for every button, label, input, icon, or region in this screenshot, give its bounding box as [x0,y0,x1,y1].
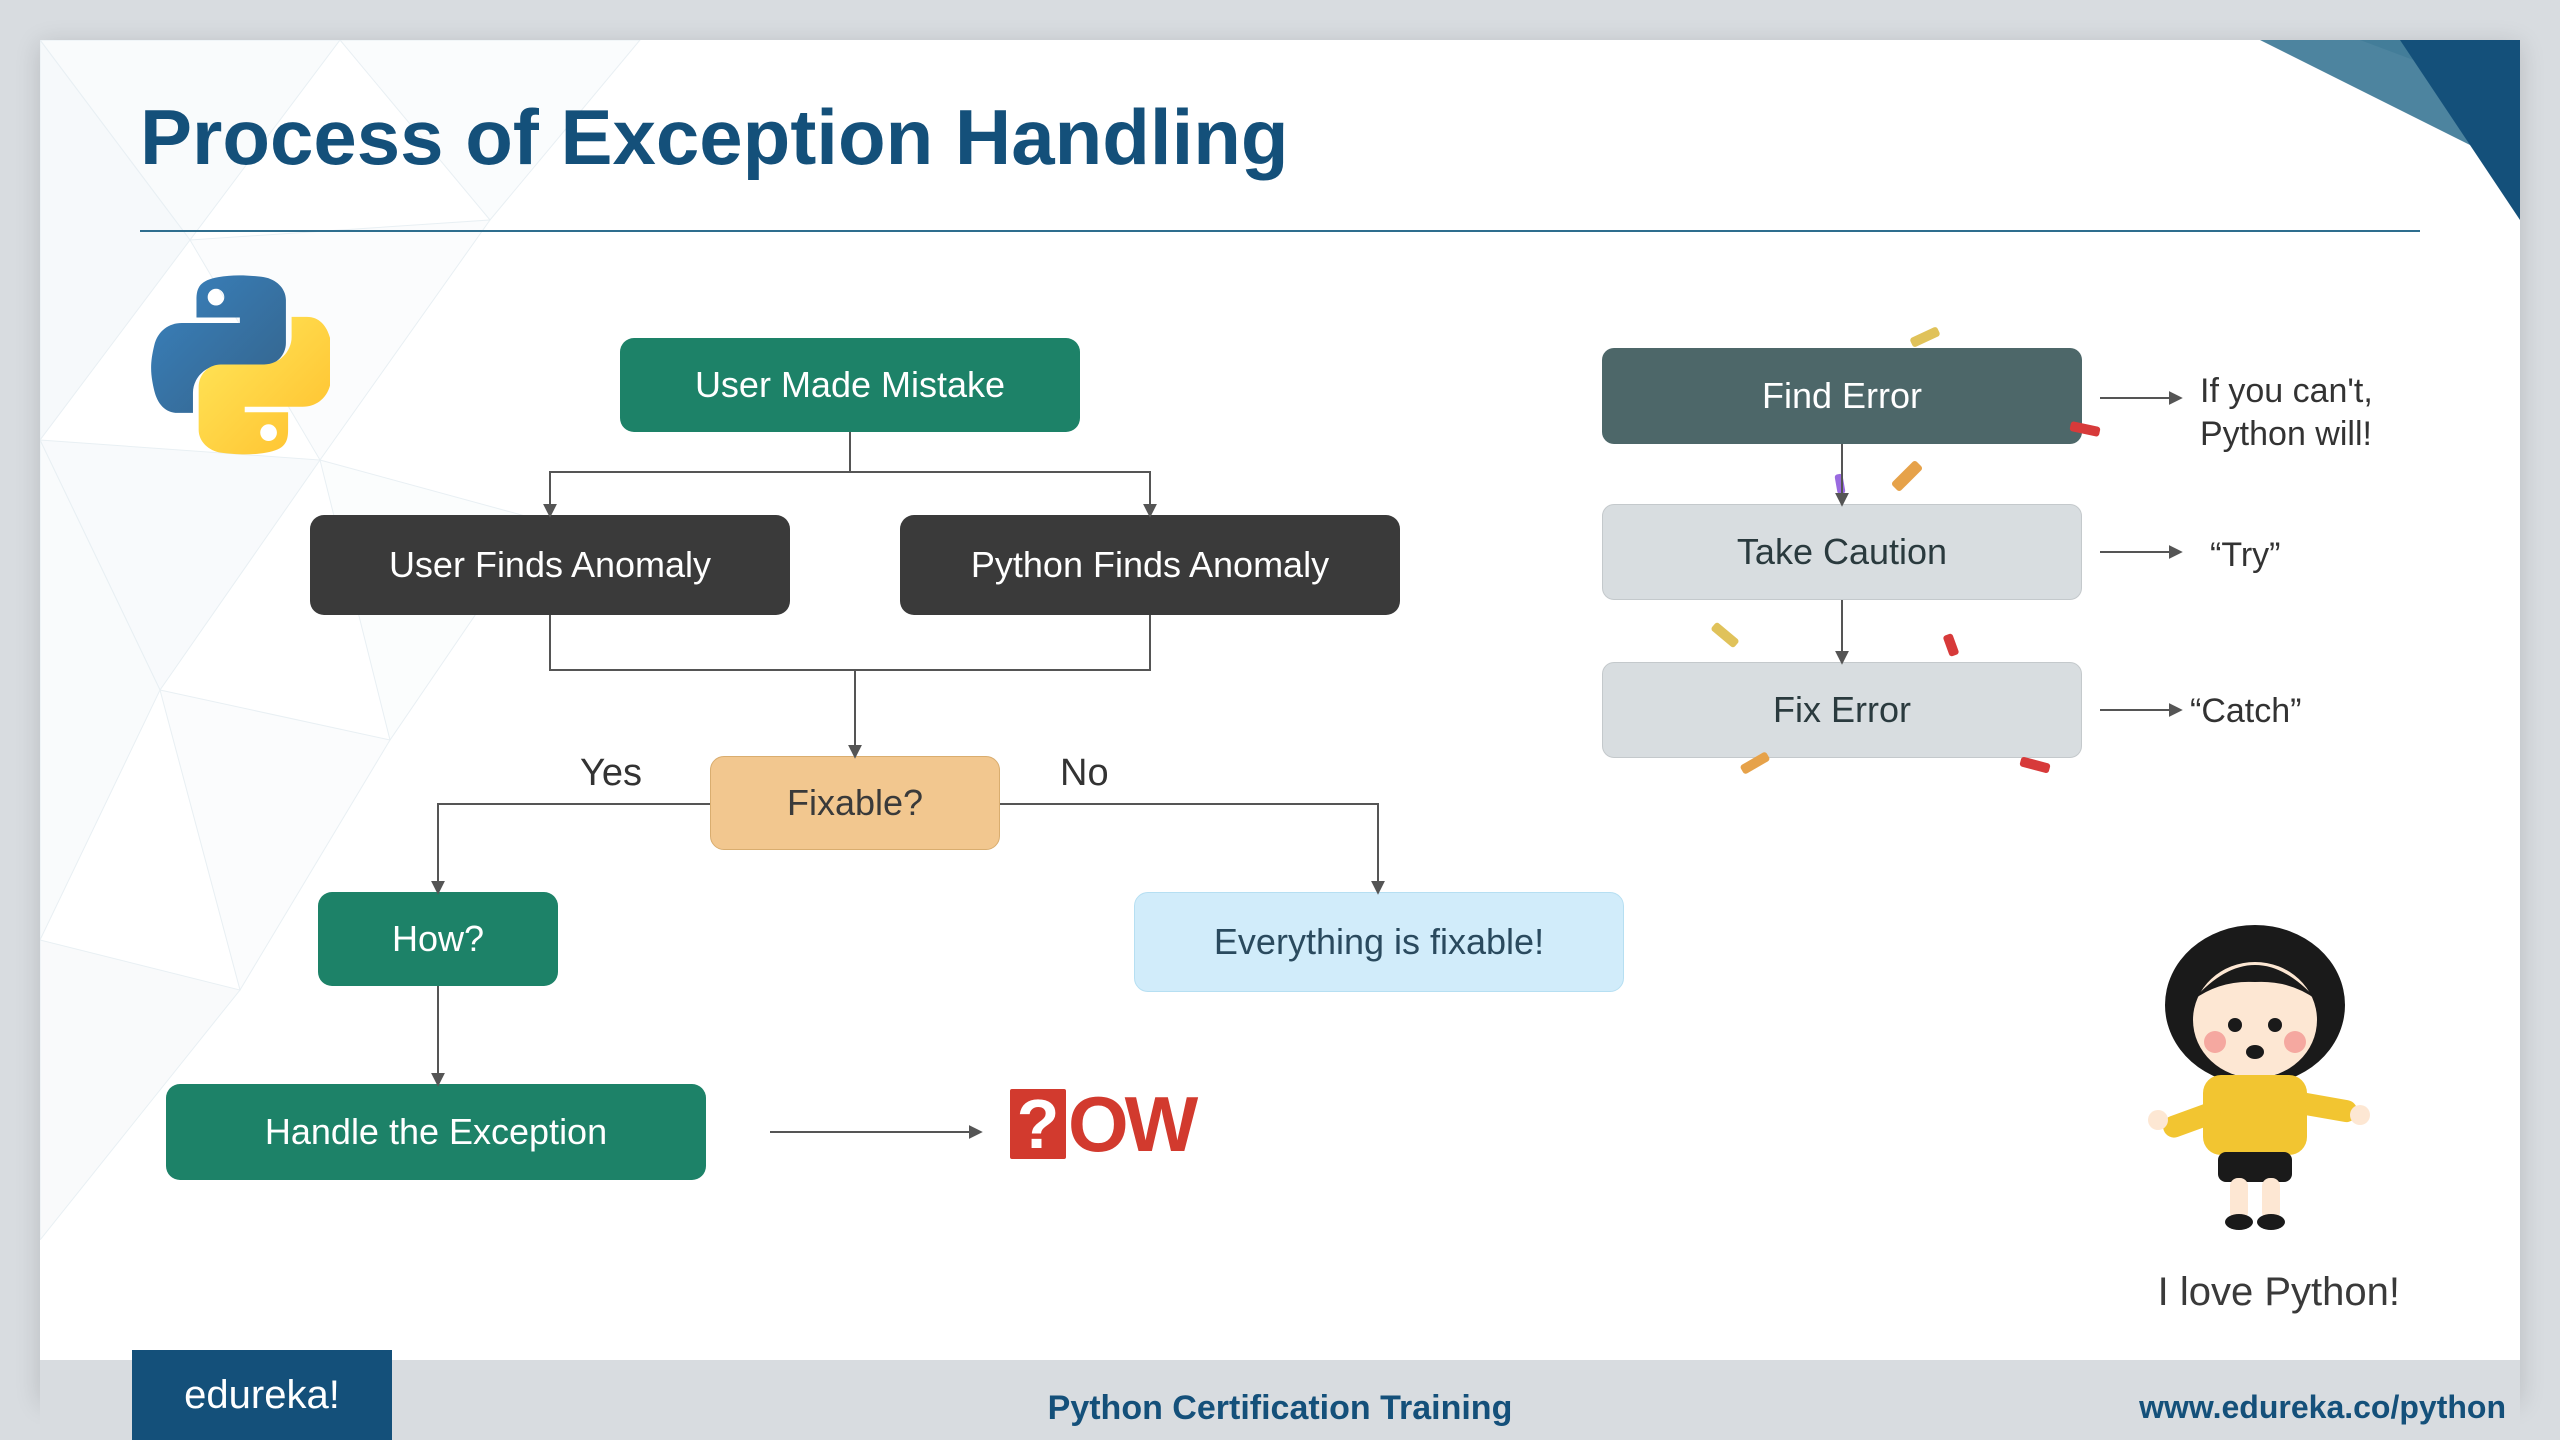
box-everything-fixable: Everything is fixable! [1134,892,1624,992]
background-polygons [40,40,940,1240]
how-text: OW [1068,1079,1194,1170]
girl-cartoon-icon [2140,920,2370,1230]
label-yes: Yes [580,750,642,798]
corner-accent [2160,40,2520,240]
box-user-made-mistake: User Made Mistake [620,338,1080,432]
confetti-piece [1834,473,1845,494]
girl-caption: I love Python! [2158,1270,2400,1315]
box-handle-exception: Handle the Exception [166,1084,706,1180]
how-question-mark-icon: ? [1010,1089,1066,1159]
how-graphic: ? OW [1010,1084,1260,1164]
box-how: How? [318,892,558,986]
box-fix-error: Fix Error [1602,662,2082,758]
box-user-finds-anomaly: User Finds Anomaly [310,515,790,615]
box-fixable: Fixable? [710,756,1000,850]
confetti-piece [1710,622,1739,649]
note-fix-error: “Catch” [2190,690,2301,733]
note-find-error: If you can't, Python will! [2200,370,2373,455]
confetti-piece [1909,326,1940,348]
slide-stage: Process of Exception Handling User Made … [40,40,2520,1400]
python-logo-icon [150,275,330,455]
confetti-piece [1891,460,1924,493]
title-divider [140,230,2420,232]
box-take-caution: Take Caution [1602,504,2082,600]
footer-link[interactable]: www.edureka.co/python [2139,1389,2506,1426]
label-no: No [1060,750,1109,798]
box-python-finds-anomaly: Python Finds Anomaly [900,515,1400,615]
box-find-error: Find Error [1602,348,2082,444]
confetti-piece [2019,756,2051,773]
note-take-caution: “Try” [2210,534,2280,577]
confetti-piece [1943,633,1960,657]
page-title: Process of Exception Handling [140,92,1289,183]
